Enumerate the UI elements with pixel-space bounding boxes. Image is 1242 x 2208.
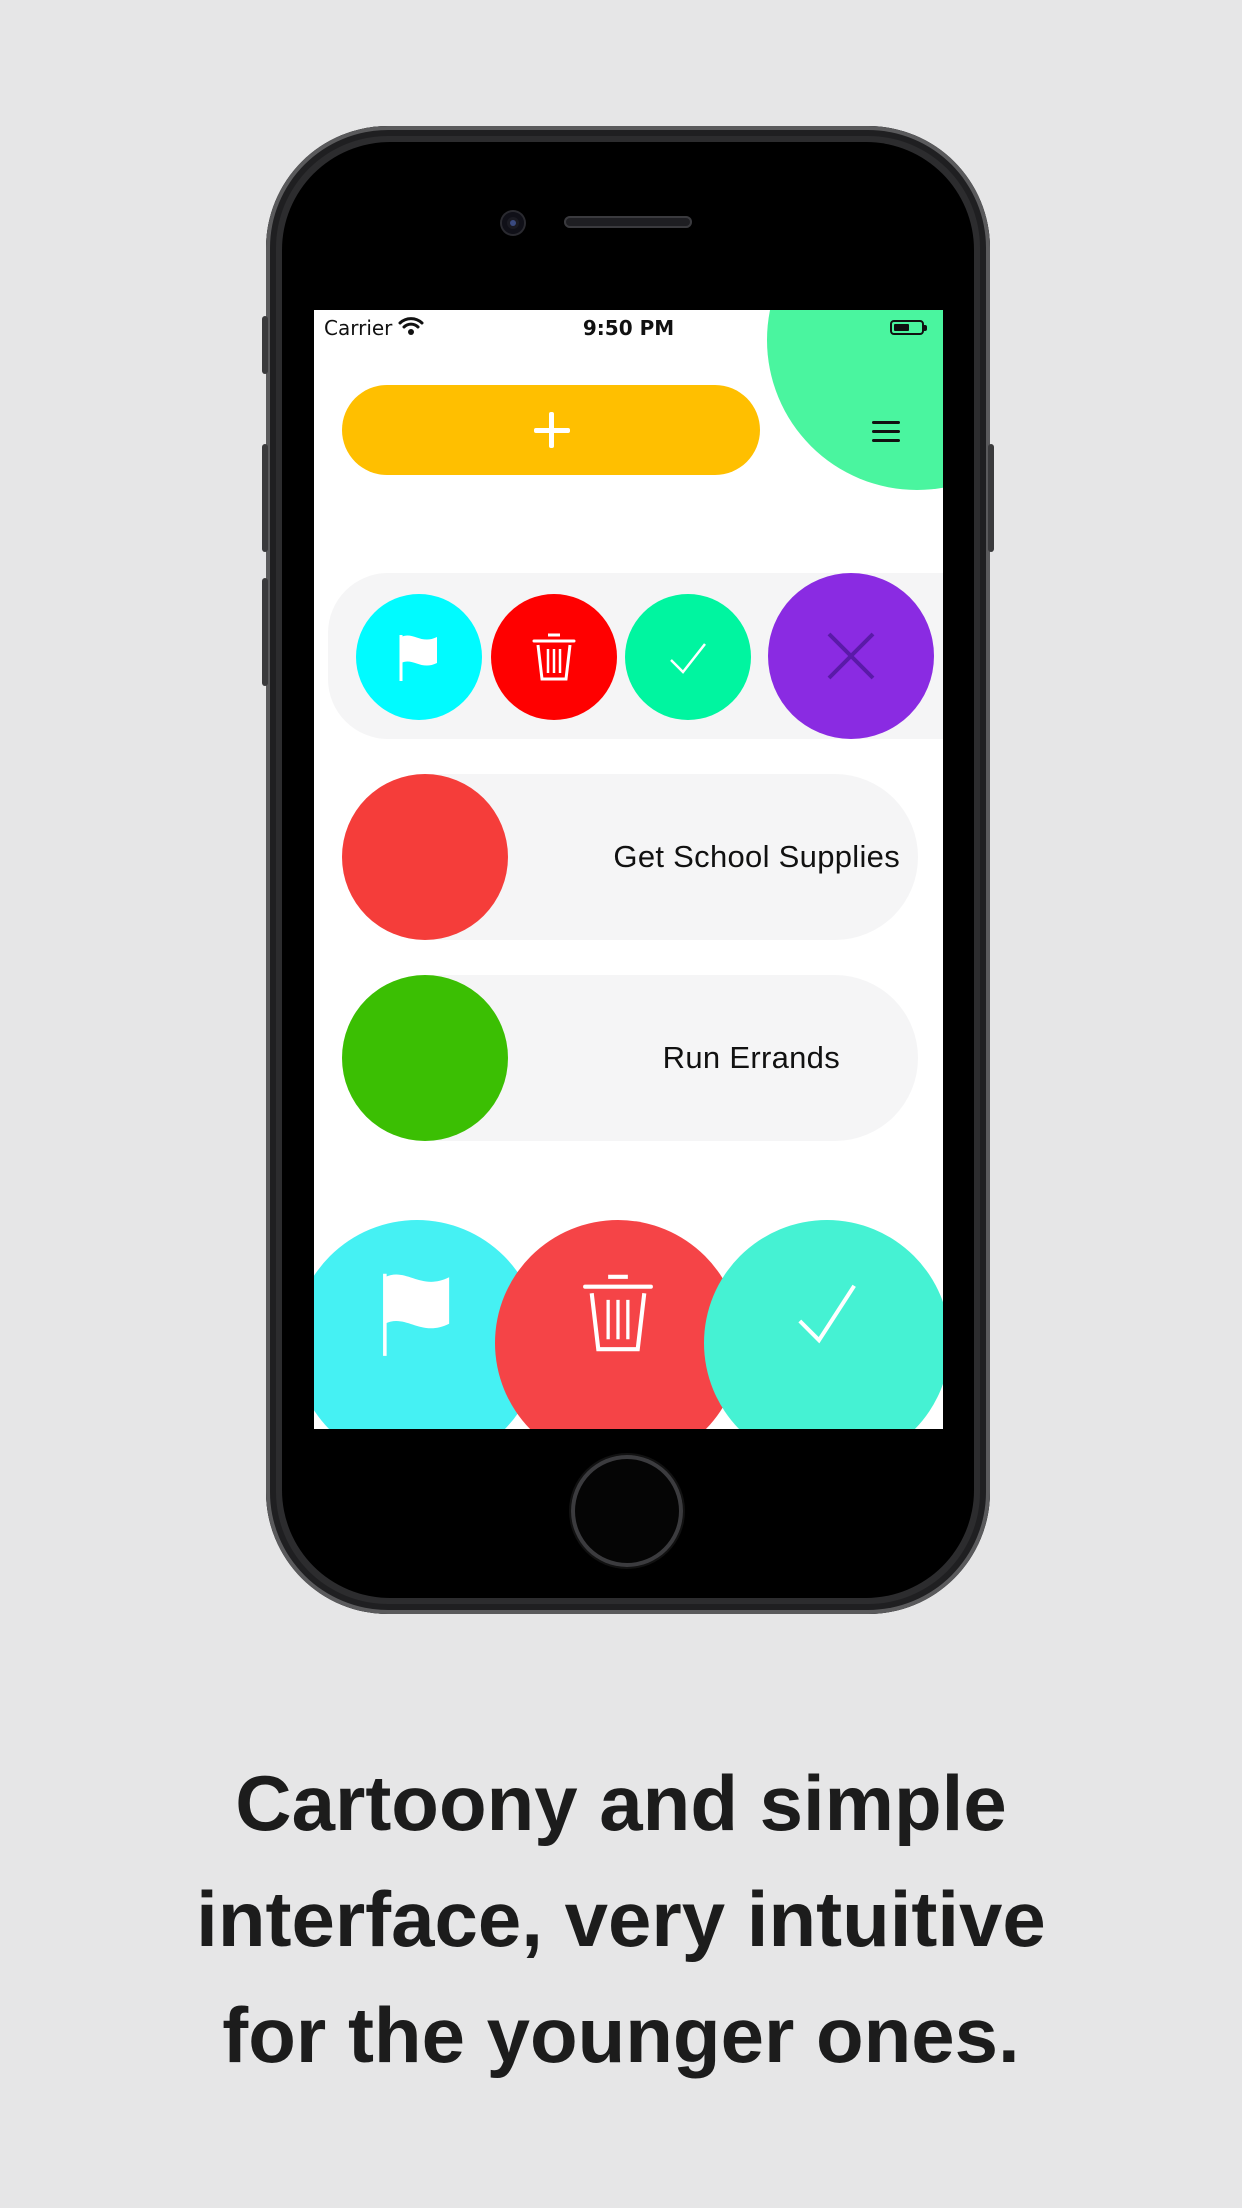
- battery-icon: [890, 320, 927, 335]
- home-button: [571, 1455, 683, 1567]
- trash-icon: [532, 633, 576, 681]
- volume-down-button: [262, 578, 268, 686]
- task-label: Get School Supplies: [613, 839, 900, 874]
- menu-line: [872, 439, 900, 442]
- close-icon: [827, 632, 875, 680]
- flag-action-button[interactable]: [356, 594, 482, 720]
- menu-line: [872, 421, 900, 424]
- power-button: [988, 444, 994, 552]
- checkmark-icon: [670, 643, 706, 674]
- status-bar: Carrier 9:50 PM: [314, 310, 943, 346]
- mute-switch: [262, 316, 268, 374]
- task-color-dot[interactable]: [342, 774, 508, 940]
- plus-icon-bar: [534, 428, 570, 433]
- marketing-caption: Cartoony and simple interface, very intu…: [0, 1745, 1242, 2093]
- task-color-dot[interactable]: [342, 975, 508, 1141]
- menu-line: [872, 430, 900, 433]
- trash-action-button[interactable]: [491, 594, 617, 720]
- trash-filter-button[interactable]: [495, 1220, 741, 1429]
- caption-line: for the younger ones.: [222, 1991, 1020, 2079]
- task-item-run-errands[interactable]: Run Errands: [342, 975, 918, 1141]
- task-label: Run Errands: [662, 1040, 840, 1075]
- checkmark-icon: [798, 1284, 856, 1344]
- flag-icon: [399, 635, 437, 681]
- check-filter-button[interactable]: [704, 1220, 943, 1429]
- caption-line: interface, very intuitive: [196, 1875, 1046, 1963]
- close-action-button[interactable]: [768, 573, 934, 739]
- check-action-button[interactable]: [625, 594, 751, 720]
- volume-up-button: [262, 444, 268, 552]
- flag-icon: [383, 1273, 450, 1356]
- trash-icon: [583, 1274, 653, 1352]
- add-task-button[interactable]: [342, 385, 760, 475]
- status-time: 9:50 PM: [582, 316, 675, 340]
- menu-button[interactable]: [866, 414, 906, 450]
- task-item-school-supplies[interactable]: Get School Supplies: [342, 774, 918, 940]
- caption-line: Cartoony and simple: [235, 1759, 1007, 1847]
- app-screen: Carrier 9:50 PM Get School Supplies Run …: [314, 310, 943, 1429]
- earpiece-speaker: [564, 216, 692, 228]
- front-camera: [502, 212, 524, 234]
